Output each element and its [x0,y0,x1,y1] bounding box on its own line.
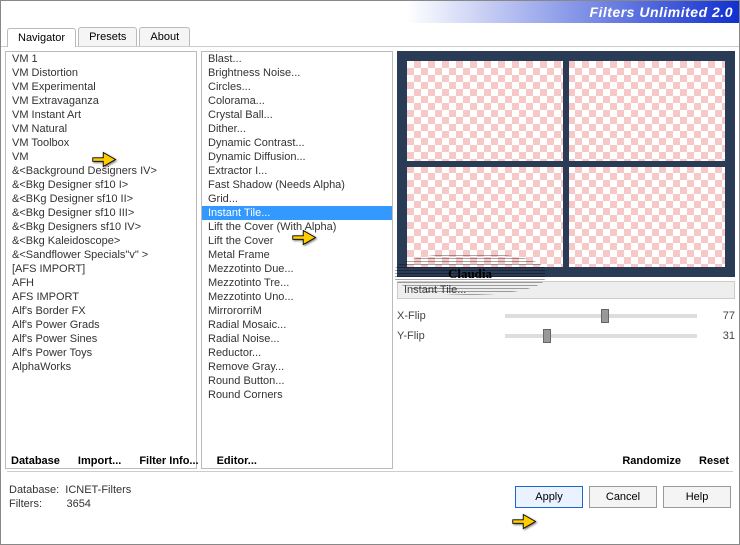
param-value: 77 [705,310,735,322]
list-item[interactable]: AFH [6,276,196,290]
list-item[interactable]: Reductor... [202,346,392,360]
filter-info-button[interactable]: Filter Info... [139,455,198,467]
list-item[interactable]: Circles... [202,80,392,94]
list-item[interactable]: &<Bkg Kaleidoscope> [6,234,196,248]
list-item[interactable]: Mezzotinto Due... [202,262,392,276]
list-item[interactable]: VM Distortion [6,66,196,80]
help-button[interactable]: Help [663,486,731,508]
list-item[interactable]: Remove Gray... [202,360,392,374]
list-item[interactable]: &<Bkg Designer sf10 III> [6,206,196,220]
list-item[interactable]: Colorama... [202,94,392,108]
preview-image [407,61,725,267]
list-item[interactable]: VM 1 [6,52,196,66]
list-item[interactable]: [AFS IMPORT] [6,262,196,276]
db-value: ICNET-Filters [65,484,131,496]
param-label: X-Flip [397,310,497,322]
filter-preview [397,51,735,277]
list-item[interactable]: MirrororriM [202,304,392,318]
db-label: Database: [9,484,59,496]
list-item[interactable]: Lift the Cover [202,234,392,248]
list-item[interactable]: VM Toolbox [6,136,196,150]
left-link-buttons: Database Import... Filter Info... Editor… [5,455,257,467]
reset-button[interactable]: Reset [699,455,729,467]
param-slider[interactable] [505,334,697,338]
app-title: Filters Unlimited 2.0 [589,4,733,20]
titlebar: Filters Unlimited 2.0 [1,1,739,23]
apply-button[interactable]: Apply [515,486,583,508]
category-list[interactable]: VM 1VM DistortionVM ExperimentalVM Extra… [5,51,197,469]
list-item[interactable]: Dynamic Contrast... [202,136,392,150]
list-item[interactable]: Round Corners [202,388,392,402]
footer-info: Database: ICNET-Filters Filters: 3654 [9,483,515,511]
list-item[interactable]: &<Bkg Designers sf10 IV> [6,220,196,234]
list-item[interactable]: VM Experimental [6,80,196,94]
list-item[interactable]: Grid... [202,192,392,206]
filter-list[interactable]: Blast...Brightness Noise...Circles...Col… [201,51,393,469]
right-pane: Instant Tile... X-Flip 77 Y-Flip 31 [397,51,735,469]
param-slider[interactable] [505,314,697,318]
list-item[interactable]: Mezzotinto Tre... [202,276,392,290]
param-label: Y-Flip [397,330,497,342]
list-item[interactable]: &<BKg Designer sf10 II> [6,192,196,206]
list-item[interactable]: Alf's Border FX [6,304,196,318]
tab-strip: Navigator Presets About [1,25,739,47]
list-item[interactable]: Brightness Noise... [202,66,392,80]
list-item[interactable]: Lift the Cover (With Alpha) [202,220,392,234]
list-item[interactable]: Dither... [202,122,392,136]
list-item[interactable]: &<Sandflower Specials"v" > [6,248,196,262]
list-item[interactable]: Metal Frame [202,248,392,262]
tab-presets[interactable]: Presets [78,27,137,46]
list-item[interactable]: VM Instant Art [6,108,196,122]
list-item[interactable]: &<Bkg Designer sf10 I> [6,178,196,192]
list-item[interactable]: Crystal Ball... [202,108,392,122]
list-item[interactable]: Mezzotinto Uno... [202,290,392,304]
filters-count-value: 3654 [66,498,90,510]
list-item[interactable]: Instant Tile... [202,206,392,220]
divider [7,471,733,472]
tab-navigator[interactable]: Navigator [7,28,76,47]
list-item[interactable]: Radial Noise... [202,332,392,346]
list-item[interactable]: VM Natural [6,122,196,136]
footer-buttons: Apply Cancel Help [515,486,731,508]
param-row: X-Flip 77 [397,307,735,325]
list-item[interactable]: Dynamic Diffusion... [202,150,392,164]
randomize-button[interactable]: Randomize [622,455,681,467]
list-item[interactable]: Fast Shadow (Needs Alpha) [202,178,392,192]
list-item[interactable]: Radial Mosaic... [202,318,392,332]
list-item[interactable]: Extractor I... [202,164,392,178]
main-area: VM 1VM DistortionVM ExperimentalVM Extra… [1,47,739,469]
import-button[interactable]: Import... [78,455,121,467]
list-item[interactable]: Alf's Power Sines [6,332,196,346]
tab-about[interactable]: About [139,27,190,46]
list-item[interactable]: Alf's Power Grads [6,318,196,332]
list-item[interactable]: AlphaWorks [6,360,196,374]
footer: Database: ICNET-Filters Filters: 3654 Ap… [1,474,739,520]
list-item[interactable]: Alf's Power Toys [6,346,196,360]
list-item[interactable]: AFS IMPORT [6,290,196,304]
filters-count-label: Filters: [9,498,42,510]
database-button[interactable]: Database [11,455,60,467]
current-filter-name: Instant Tile... [397,281,735,299]
list-item[interactable]: Blast... [202,52,392,66]
list-item[interactable]: Round Button... [202,374,392,388]
list-item[interactable]: VM [6,150,196,164]
param-row: Y-Flip 31 [397,327,735,345]
list-item[interactable]: VM Extravaganza [6,94,196,108]
param-value: 31 [705,330,735,342]
editor-button[interactable]: Editor... [217,455,257,467]
cancel-button[interactable]: Cancel [589,486,657,508]
list-item[interactable]: &<Background Designers IV> [6,164,196,178]
right-link-buttons: Randomize Reset [622,455,735,467]
